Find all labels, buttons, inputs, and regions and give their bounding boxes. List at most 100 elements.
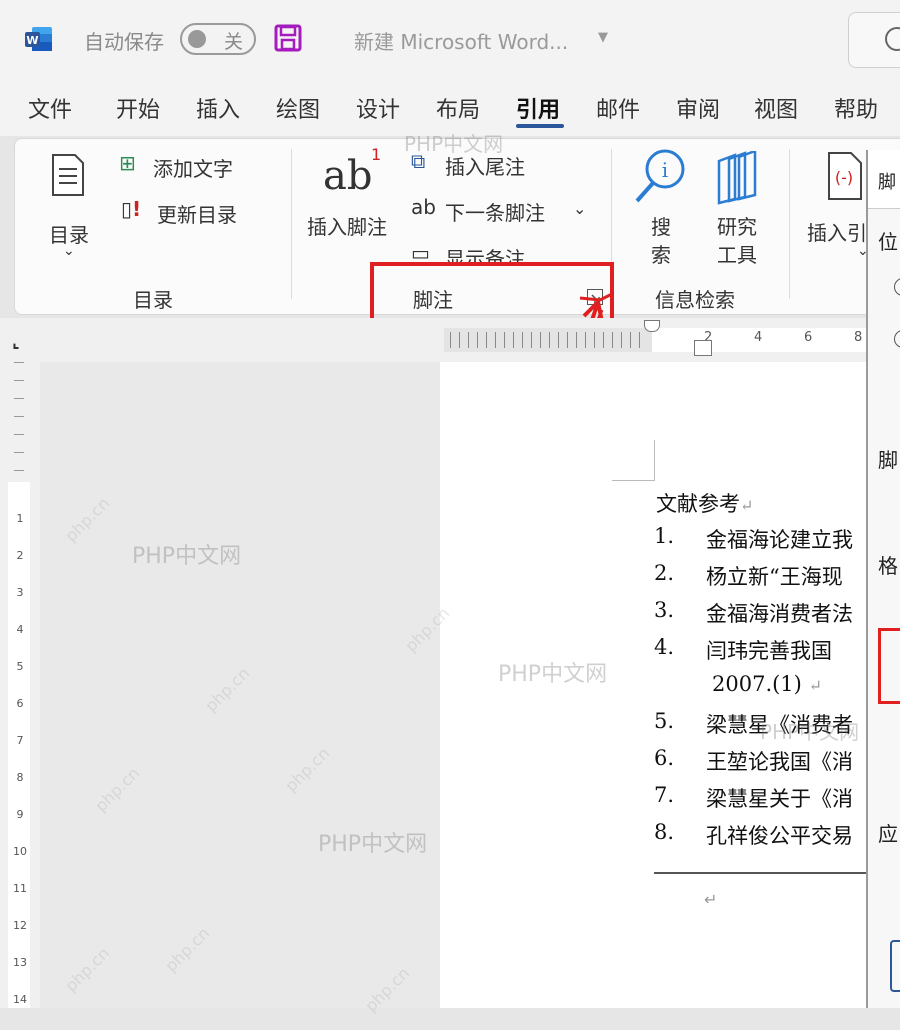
autosave-label: 自动保存 <box>84 30 164 54</box>
tab-review[interactable]: 审阅 <box>676 92 720 124</box>
radio-button[interactable] <box>894 278 900 296</box>
footnote-separator <box>654 872 866 874</box>
ruler-number: 12 <box>13 919 27 932</box>
watermark: PHP中文网 <box>318 832 428 857</box>
ruler-number: 8 <box>854 330 863 345</box>
researcher-button[interactable]: 研究 工具 <box>709 147 769 267</box>
next-footnote-button[interactable]: ab 下一条脚注 ⌄ <box>411 193 601 227</box>
footnote-ab-icon: ab <box>323 153 373 199</box>
list-text: 梁慧星关于《消 <box>706 787 853 811</box>
researcher-books-icon <box>715 149 759 205</box>
list-item: 8. 孔祥俊公平交易 <box>654 820 866 857</box>
research-group-label: 信息检索 <box>655 288 735 312</box>
format-section-label: 格 <box>878 554 898 578</box>
save-icon[interactable] <box>274 24 302 52</box>
update-toc-button[interactable]: ▯! 更新目录 <box>119 195 299 231</box>
search-box[interactable] <box>848 12 900 68</box>
title-dropdown-icon[interactable]: ▼ <box>598 30 608 45</box>
watermark: PHP中文网 <box>132 544 242 569</box>
add-text-icon: ⊞ <box>119 151 136 175</box>
search-icon <box>885 27 900 51</box>
researcher-label-2: 工具 <box>717 243 757 267</box>
list-text: 金福海论建立我 <box>706 528 853 552</box>
list-number: 7. <box>654 783 675 807</box>
list-item: 7. 梁慧星关于《消 <box>654 783 866 820</box>
ruler-ticks <box>450 332 646 348</box>
tab-help[interactable]: 帮助 <box>834 92 878 124</box>
ruler-number: 4 <box>16 623 24 636</box>
vertical-ruler[interactable]: 1 2 3 4 5 6 7 8 9 10 11 12 13 14 <box>0 362 41 1008</box>
svg-text:(-): (-) <box>835 168 853 187</box>
insert-footnote-button[interactable]: ab 1 插入脚注 <box>305 145 405 245</box>
ruler-number: 3 <box>16 586 24 599</box>
search-button[interactable]: i 搜 索 <box>629 147 693 267</box>
list-item: 1. 金福海论建立我 <box>654 524 866 561</box>
ruler-number: 11 <box>13 882 27 895</box>
toc-group-label: 目录 <box>133 288 173 312</box>
next-footnote-icon: ab <box>411 195 436 219</box>
ruler-number: 9 <box>16 808 24 821</box>
tab-insert[interactable]: 插入 <box>196 92 240 124</box>
group-separator <box>789 149 790 299</box>
reference-list: 1. 金福海论建立我 2. 杨立新“王海现 3. 金福海消费者法 4. 闫玮完善… <box>654 524 866 857</box>
indent-marker-top[interactable] <box>644 320 660 332</box>
researcher-label-1: 研究 <box>717 215 757 239</box>
active-tab-underline <box>516 124 564 128</box>
radio-button[interactable] <box>894 330 900 348</box>
ruler-number: 7 <box>16 734 24 747</box>
title-bar: W 自动保存 关 新建 Microsoft Word... ▼ <box>0 0 900 80</box>
autosave-state: 关 <box>224 31 244 53</box>
search-label-2: 索 <box>651 243 671 267</box>
list-number: 6. <box>654 746 675 770</box>
paragraph-mark-icon: ↵ <box>704 890 718 909</box>
tab-references[interactable]: 引用 <box>516 92 560 124</box>
tab-file[interactable]: 文件 <box>28 92 72 124</box>
dialog-title: 脚 <box>878 172 896 193</box>
tab-draw[interactable]: 绘图 <box>276 92 320 124</box>
insert-button[interactable] <box>890 940 900 992</box>
indent-marker-bottom[interactable] <box>694 340 712 356</box>
list-item: 4. 闫玮完善我国 <box>654 635 866 672</box>
add-text-label: 添加文字 <box>153 157 233 181</box>
toc-button[interactable]: 目录 ⌄ <box>45 149 101 259</box>
ruler-number: 6 <box>804 330 813 345</box>
ruler-number: 6 <box>16 697 24 710</box>
ruler-number: 13 <box>13 956 27 969</box>
footnote-dialog[interactable]: 脚 位 脚 格 应 <box>866 150 900 1008</box>
tab-mailings[interactable]: 邮件 <box>596 92 640 124</box>
ruler-number: 8 <box>16 771 24 784</box>
footnote-superscript: 1 <box>371 145 382 164</box>
list-number: 4. <box>654 635 675 659</box>
list-item: 2. 杨立新“王海现 <box>654 561 866 598</box>
autosave-toggle[interactable]: 关 <box>180 23 256 55</box>
list-item: 6. 王堃论我国《消 <box>654 746 866 783</box>
ruler-number: 5 <box>16 660 24 673</box>
search-label-1: 搜 <box>651 215 671 239</box>
insert-citation-button[interactable]: (-) 插入引 ⌄ <box>805 147 875 267</box>
magnifier-info-icon: i <box>633 147 685 207</box>
horizontal-ruler[interactable]: 2 4 6 8 <box>444 320 874 356</box>
ruler-number: 4 <box>754 330 763 345</box>
ruler-ticks <box>14 362 24 472</box>
tab-layout[interactable]: 布局 <box>436 92 480 124</box>
tab-stop-selector-icon[interactable]: ⌞ <box>12 332 20 351</box>
chevron-down-icon[interactable]: ⌄ <box>573 199 586 218</box>
update-toc-icon: ▯! <box>121 197 142 221</box>
tab-home[interactable]: 开始 <box>116 92 160 124</box>
tab-view[interactable]: 视图 <box>754 92 798 124</box>
list-text: 金福海消费者法 <box>706 602 853 626</box>
document-title[interactable]: 新建 Microsoft Word... <box>354 26 568 55</box>
location-section-label: 位 <box>878 230 898 254</box>
add-text-button[interactable]: ⊞ 添加文字 <box>119 149 299 185</box>
insert-citation-label: 插入引 <box>807 221 867 245</box>
footnote-layout-label: 脚 <box>878 448 898 472</box>
list-item: 2007.(1) ↵ <box>654 672 866 709</box>
list-text: 王堃论我国《消 <box>706 750 853 774</box>
references-heading: 文献参考↵ <box>656 492 754 516</box>
list-text: 孔祥俊公平交易 <box>706 824 853 848</box>
left-ruler-numbers: 1 2 3 4 5 6 7 8 9 10 11 12 13 14 <box>10 512 30 1030</box>
horizontal-ruler-row: ⌞ 2 4 6 8 <box>0 318 900 362</box>
tab-design[interactable]: 设计 <box>356 92 400 124</box>
insert-footnote-label: 插入脚注 <box>307 215 387 239</box>
watermark: PHP中文网 <box>760 720 860 744</box>
